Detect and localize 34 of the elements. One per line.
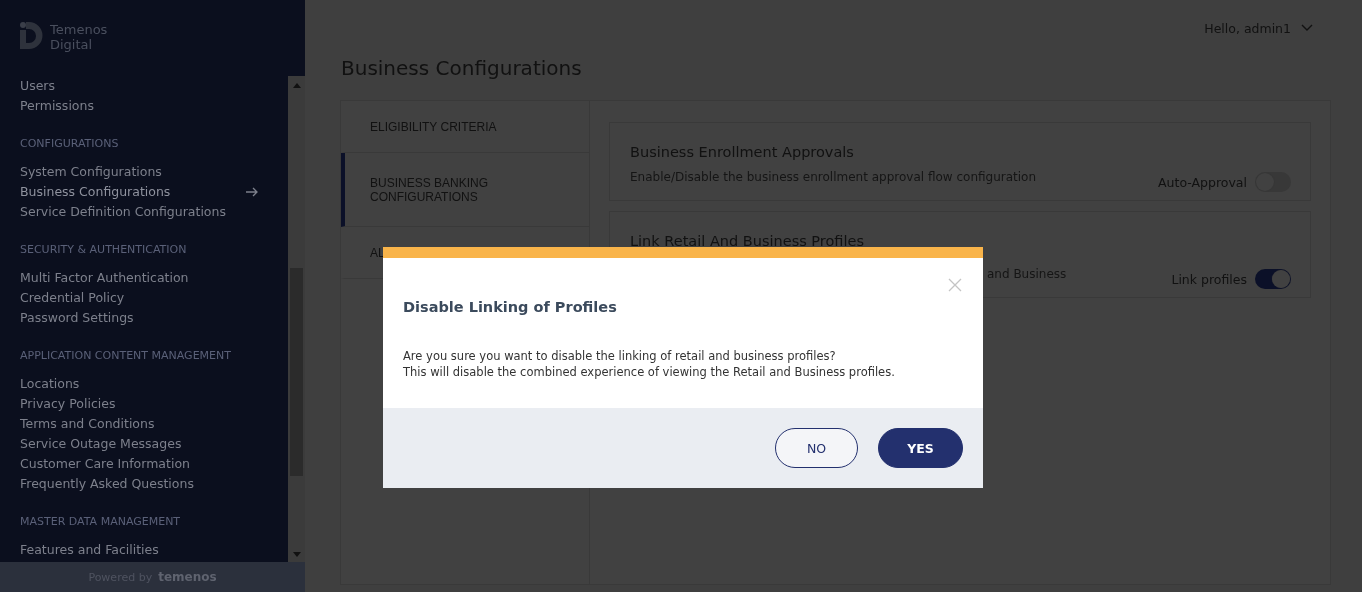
dialog-title: Disable Linking of Profiles [403,298,618,316]
toggle-switch[interactable] [1255,269,1291,289]
close-icon[interactable] [948,278,962,292]
dialog-message: This will disable the combined experience of viewing the Retail and Business profiles. [403,364,896,380]
section-heading: APPLICATION CONTENT MANAGEMENT [20,348,232,364]
nav-item[interactable]: Service Definition Configurations [20,202,288,222]
nav-item[interactable]: Multi Factor Authentication [20,268,288,288]
nav-item[interactable]: Users [20,76,288,96]
nav-item[interactable]: Credential Policy [20,288,288,308]
scrollbar[interactable] [288,76,305,562]
arrow-right-icon [246,187,258,197]
nav-item[interactable]: System Configurations [20,162,288,182]
scroll-up-icon[interactable] [292,82,301,88]
nav-item[interactable]: Privacy Policies [20,394,288,414]
nav-item[interactable]: Frequently Asked Questions [20,474,288,494]
nav-item[interactable]: Service Outage Messages [20,434,288,454]
cancel-button[interactable]: NO [775,428,858,468]
nav-item[interactable]: Features and Facilities [20,540,288,560]
nav-item[interactable]: Customer Care Information [20,454,288,474]
section-heading: CONFIGURATIONS [20,136,120,152]
nav-item[interactable]: Locations [20,374,288,394]
confirm-button[interactable]: YES [878,428,963,468]
section-heading: MASTER DATA MANAGEMENT [20,514,182,530]
nav-item[interactable]: Business Configurations [20,182,288,202]
nav-item[interactable]: Terms and Conditions [20,414,288,434]
logo-text: Digital [50,37,94,52]
nav-item[interactable]: Password Settings [20,308,288,328]
nav-item[interactable]: Permissions [20,96,288,116]
logo-icon [20,22,44,49]
logo-text: Temenos [50,22,108,37]
dialog-message: Are you sure you want to disable the linking of retail and business profiles? [403,348,837,364]
scroll-down-icon[interactable] [292,552,301,558]
section-heading: SECURITY & AUTHENTICATION [20,242,188,258]
chevron-down-icon[interactable] [1301,24,1313,32]
